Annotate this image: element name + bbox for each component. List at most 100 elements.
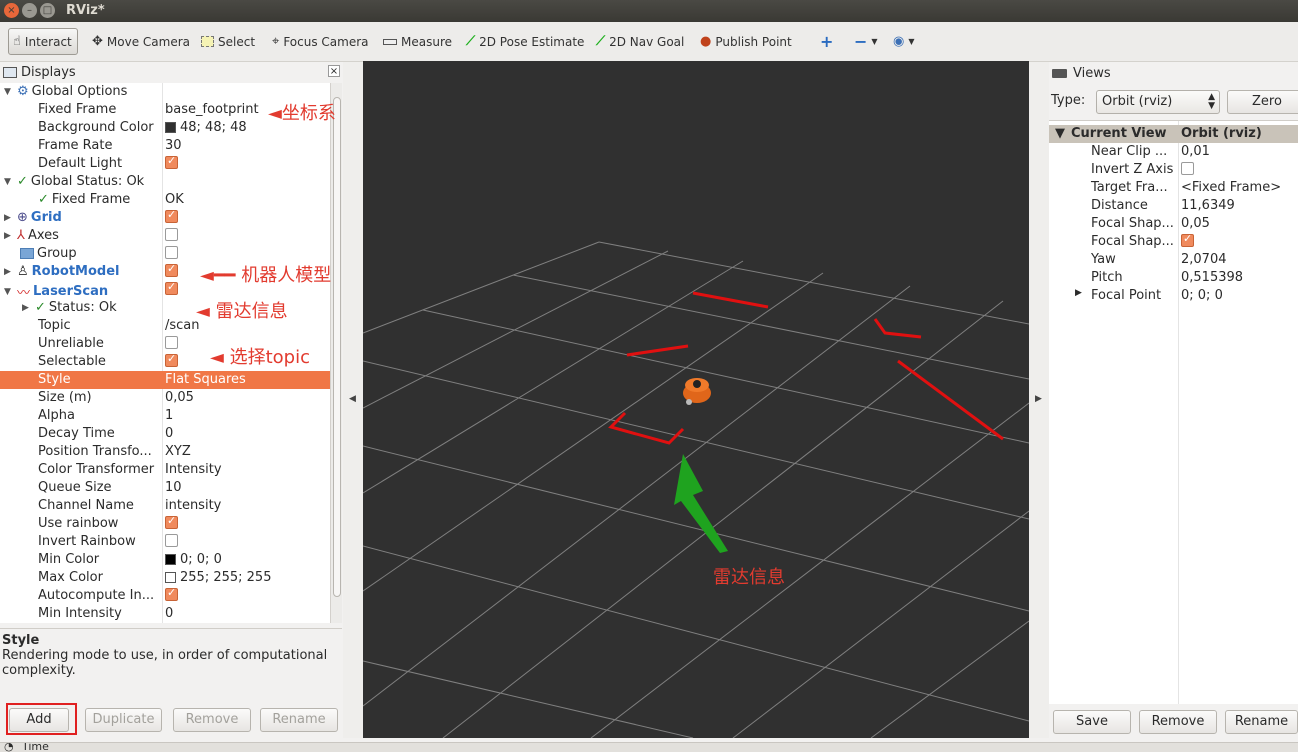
row-value[interactable]: Flat Squares	[165, 372, 246, 387]
tree-row-grid[interactable]: ▶ ⊕ Grid	[0, 208, 330, 227]
duplicate-display-button[interactable]: Duplicate	[85, 708, 162, 732]
tree-row-axes[interactable]: ▶ ⅄ Axes	[0, 227, 330, 245]
left-dock-collapse-handle[interactable]: ◀	[343, 62, 363, 738]
maximize-window-button[interactable]: □	[40, 3, 55, 18]
row-value[interactable]: 0,05	[1181, 216, 1210, 231]
checkbox[interactable]	[165, 586, 178, 601]
row-value[interactable]: <Fixed Frame>	[1181, 180, 1281, 195]
measure-tool-button[interactable]: Measure	[379, 28, 456, 55]
right-dock-collapse-handle[interactable]: ▶	[1029, 62, 1049, 738]
tree-row-max-color[interactable]: Max Color 255; 255; 255	[0, 569, 330, 587]
row-value[interactable]: 48; 48; 48	[180, 120, 247, 135]
nav-goal-tool-button[interactable]: ⟋ 2D Nav Goal	[592, 28, 688, 55]
view-row-focal-shape-fixed[interactable]: Focal Shap...	[1049, 232, 1298, 251]
interact-tool-button[interactable]: ☝ Interact	[8, 28, 78, 55]
collapse-arrow-icon[interactable]: ▼	[4, 287, 14, 297]
checkbox[interactable]	[1181, 232, 1194, 247]
row-value[interactable]: base_footprint	[165, 102, 259, 117]
tree-row-size[interactable]: Size (m) 0,05	[0, 389, 330, 407]
expand-arrow-icon[interactable]: ▶	[22, 303, 32, 313]
checkbox[interactable]	[165, 280, 178, 295]
collapse-arrow-icon[interactable]: ▼	[1055, 126, 1065, 141]
view-row-near-clip[interactable]: Near Clip ... 0,01	[1049, 143, 1298, 161]
row-value[interactable]: 0; 0; 0	[1181, 288, 1223, 303]
row-value[interactable]: 30	[165, 138, 182, 153]
rename-display-button[interactable]: Rename	[260, 708, 338, 732]
row-value[interactable]: 0	[165, 426, 173, 441]
tree-row-frame-rate[interactable]: Frame Rate 30	[0, 137, 330, 155]
add-tool-button[interactable]: +	[816, 28, 837, 55]
expand-arrow-icon[interactable]: ▶	[4, 231, 14, 241]
row-value[interactable]: 11,6349	[1181, 198, 1235, 213]
view-row-focal-shape-size[interactable]: Focal Shap... 0,05	[1049, 215, 1298, 233]
view-row-distance[interactable]: Distance 11,6349	[1049, 197, 1298, 215]
tree-scrollbar[interactable]	[330, 83, 342, 623]
select-tool-button[interactable]: Select	[197, 28, 259, 55]
tree-row-invert-rainbow[interactable]: Invert Rainbow	[0, 533, 330, 551]
expand-arrow-icon[interactable]: ▶	[4, 213, 14, 223]
view-row-pitch[interactable]: Pitch 0,515398	[1049, 269, 1298, 287]
checkbox[interactable]	[165, 228, 178, 241]
tree-row-color-transformer[interactable]: Color Transformer Intensity	[0, 461, 330, 479]
panels-visibility-button[interactable]: ◉ ▼	[889, 28, 919, 55]
checkbox[interactable]	[165, 246, 178, 259]
scene-canvas[interactable]	[363, 61, 1029, 738]
view-row-invert-z[interactable]: Invert Z Axis	[1049, 161, 1298, 179]
row-value[interactable]: 0; 0; 0	[180, 552, 222, 567]
row-value[interactable]: intensity	[165, 498, 221, 513]
checkbox[interactable]	[165, 154, 178, 169]
checkbox[interactable]	[1181, 162, 1194, 175]
view-row-target-frame[interactable]: Target Fra... <Fixed Frame>	[1049, 179, 1298, 197]
view-row-focal-point[interactable]: ▶ Focal Point 0; 0; 0	[1049, 287, 1298, 305]
checkbox[interactable]	[165, 352, 178, 367]
3d-render-view[interactable]	[363, 61, 1029, 738]
tree-row-use-rainbow[interactable]: Use rainbow	[0, 514, 330, 533]
robot-model[interactable]	[683, 378, 711, 405]
tree-row-fixed-frame-status[interactable]: ✓ Fixed Frame OK	[0, 191, 330, 209]
row-value[interactable]: 10	[165, 480, 182, 495]
zero-view-button[interactable]: Zero	[1227, 90, 1298, 114]
publish-point-tool-button[interactable]: ● Publish Point	[696, 28, 796, 55]
row-value[interactable]: 255; 255; 255	[180, 570, 271, 585]
tree-row-position-transformer[interactable]: Position Transfo... XYZ	[0, 443, 330, 461]
current-view-row[interactable]: ▼ Current View Orbit (rviz)	[1049, 125, 1298, 143]
checkbox[interactable]	[165, 208, 178, 223]
focus-camera-tool-button[interactable]: ⌖ Focus Camera	[268, 28, 373, 55]
view-row-yaw[interactable]: Yaw 2,0704	[1049, 251, 1298, 269]
tree-row-default-light[interactable]: Default Light	[0, 154, 330, 173]
row-value[interactable]: 1	[165, 408, 173, 423]
rename-view-button[interactable]: Rename	[1225, 710, 1298, 734]
row-value[interactable]: 0,05	[165, 390, 194, 405]
expand-arrow-icon[interactable]: ▶	[1075, 288, 1082, 298]
tree-row-autocompute[interactable]: Autocompute In...	[0, 586, 330, 605]
scrollbar-thumb[interactable]	[333, 97, 341, 597]
remove-display-button[interactable]: Remove	[173, 708, 251, 732]
tree-row-decay-time[interactable]: Decay Time 0	[0, 425, 330, 443]
close-panel-button[interactable]: ×	[328, 65, 340, 77]
tree-row-min-color[interactable]: Min Color 0; 0; 0	[0, 551, 330, 569]
row-value[interactable]: 0,01	[1181, 144, 1210, 159]
tree-row-global-status[interactable]: ▼ ✓ Global Status: Ok	[0, 173, 330, 191]
views-tree[interactable]: ▼ Current View Orbit (rviz) Near Clip ..…	[1049, 120, 1298, 704]
collapse-arrow-icon[interactable]: ▼	[4, 87, 14, 97]
checkbox[interactable]	[165, 336, 178, 349]
checkbox[interactable]	[165, 514, 178, 529]
collapse-arrow-icon[interactable]: ▼	[4, 177, 14, 187]
row-value[interactable]: 2,0704	[1181, 252, 1227, 267]
color-swatch[interactable]	[165, 122, 176, 133]
view-type-select[interactable]: Orbit (rviz) ▲ ▼	[1096, 90, 1220, 114]
checkbox[interactable]	[165, 534, 178, 547]
row-value[interactable]: XYZ	[165, 444, 191, 459]
move-camera-tool-button[interactable]: ✥ Move Camera	[88, 28, 194, 55]
remove-tool-button[interactable]: − ▼	[850, 28, 882, 55]
row-value[interactable]: /scan	[165, 318, 200, 333]
tree-row-queue-size[interactable]: Queue Size 10	[0, 479, 330, 497]
checkbox[interactable]	[165, 262, 178, 277]
color-swatch[interactable]	[165, 554, 176, 565]
row-value[interactable]: 0	[165, 606, 173, 621]
tree-row-alpha[interactable]: Alpha 1	[0, 407, 330, 425]
color-swatch[interactable]	[165, 572, 176, 583]
remove-view-button[interactable]: Remove	[1139, 710, 1217, 734]
tree-row-style[interactable]: Style Flat Squares	[0, 371, 330, 389]
pose-estimate-tool-button[interactable]: ⟋ 2D Pose Estimate	[462, 28, 588, 55]
